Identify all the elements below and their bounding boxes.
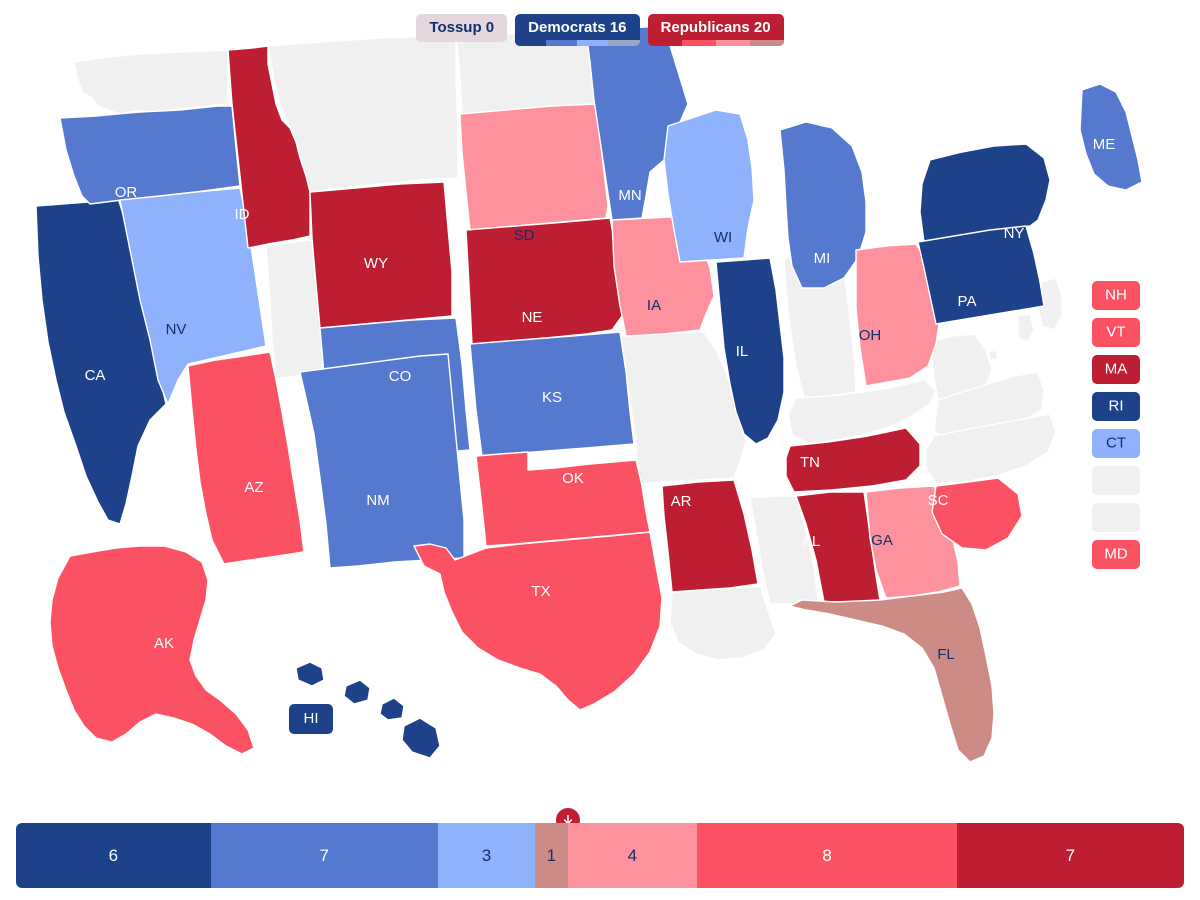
legend-bar: Tossup 0 Democrats 16 Republicans 20 — [0, 14, 1200, 46]
side-box-ma[interactable] — [1092, 355, 1140, 384]
legend-strip-segment-2 — [715, 40, 750, 46]
legend-democrats-strip — [515, 40, 640, 46]
legend-pill-tossup[interactable]: Tossup 0 — [416, 14, 508, 42]
seat-bar-area: 6 7 3 1 4 8 7 — [0, 800, 1200, 900]
legend-strip-segment-3 — [749, 40, 784, 46]
state-ar[interactable] — [661, 479, 759, 593]
state-dc[interactable] — [987, 349, 999, 361]
legend-strip-segment-1 — [546, 40, 578, 46]
state-wa[interactable] — [73, 49, 229, 115]
state-wi[interactable] — [663, 109, 755, 263]
state-ok[interactable] — [475, 451, 651, 547]
seat-segment-count: 6 — [108, 845, 119, 865]
state-ny[interactable] — [919, 143, 1051, 243]
seat-segment-count: 4 — [627, 845, 638, 865]
state-shapes-group — [35, 25, 1143, 763]
us-map[interactable]: CAORNVIDWYSDNEIACOKSNMAZTXOKMNWIMIILOHAR… — [0, 0, 1200, 800]
us-map-container: CA OR NV ID WY SD NE IA CO KS NM AZ TX OK MN WI MI IL OH AR… — [0, 0, 1200, 800]
state-wy[interactable] — [309, 181, 453, 329]
state-ne[interactable] — [465, 217, 629, 345]
legend-strip-segment-1 — [681, 40, 716, 46]
legend-pill-republicans[interactable]: Republicans 20 — [647, 14, 784, 46]
seat-segment-count: 3 — [481, 845, 492, 865]
legend-strip-segment-0 — [515, 40, 547, 46]
seat-segment-count: 8 — [822, 845, 832, 865]
election-map-page: Tossup 0 Democrats 16 Republicans 20 CA O… — [0, 0, 1200, 900]
state-de[interactable] — [1017, 313, 1035, 343]
state-fl[interactable] — [789, 587, 995, 763]
side-box-nh[interactable] — [1092, 281, 1140, 310]
seat-segment-count: 7 — [319, 845, 329, 865]
legend-pill-democrats[interactable]: Democrats 16 — [515, 14, 640, 46]
side-box-ri[interactable] — [1092, 392, 1140, 421]
state-az[interactable] — [187, 351, 305, 565]
state-or[interactable] — [59, 105, 241, 205]
state-pa[interactable] — [917, 225, 1045, 325]
seat-segment-3[interactable]: 1 — [535, 823, 568, 888]
state-mi[interactable] — [779, 121, 867, 289]
seat-distribution-bar[interactable]: 6 7 3 1 4 8 7 — [16, 823, 1184, 888]
legend-republicans-label: Republicans 20 — [660, 19, 771, 36]
legend-republicans-strip — [647, 40, 784, 46]
legend-strip-segment-3 — [608, 40, 640, 46]
state-ak[interactable] — [49, 545, 255, 755]
seat-segment-count: 1 — [546, 845, 557, 865]
legend-tossup-label: Tossup 0 — [429, 19, 495, 36]
seat-segment-2[interactable]: 3 — [437, 823, 536, 888]
legend-democrats-label: Democrats 16 — [528, 19, 627, 36]
seat-segment-4[interactable]: 4 — [567, 823, 698, 888]
state-tx[interactable] — [413, 531, 663, 711]
side-box-empty-6 — [1092, 503, 1140, 532]
state-la[interactable] — [669, 585, 777, 661]
side-box-empty-5 — [1092, 466, 1140, 495]
state-ks[interactable] — [469, 331, 635, 457]
legend-strip-segment-2 — [577, 40, 609, 46]
state-sd[interactable] — [459, 103, 609, 231]
state-chip-hi[interactable] — [289, 704, 333, 734]
seat-segment-5[interactable]: 8 — [697, 823, 957, 888]
seat-segment-1[interactable]: 7 — [210, 823, 438, 888]
state-me[interactable] — [1079, 83, 1143, 191]
seat-segment-0[interactable]: 6 — [16, 823, 211, 888]
side-state-boxes: NHVTMARICTMD — [1092, 281, 1140, 569]
seat-segment-count: 7 — [1065, 845, 1076, 865]
seat-segment-6[interactable]: 7 — [956, 823, 1184, 888]
side-box-md[interactable] — [1092, 540, 1140, 569]
legend-strip-segment-0 — [647, 40, 682, 46]
state-nm[interactable] — [299, 353, 465, 569]
side-box-vt[interactable] — [1092, 318, 1140, 347]
side-box-ct[interactable] — [1092, 429, 1140, 458]
